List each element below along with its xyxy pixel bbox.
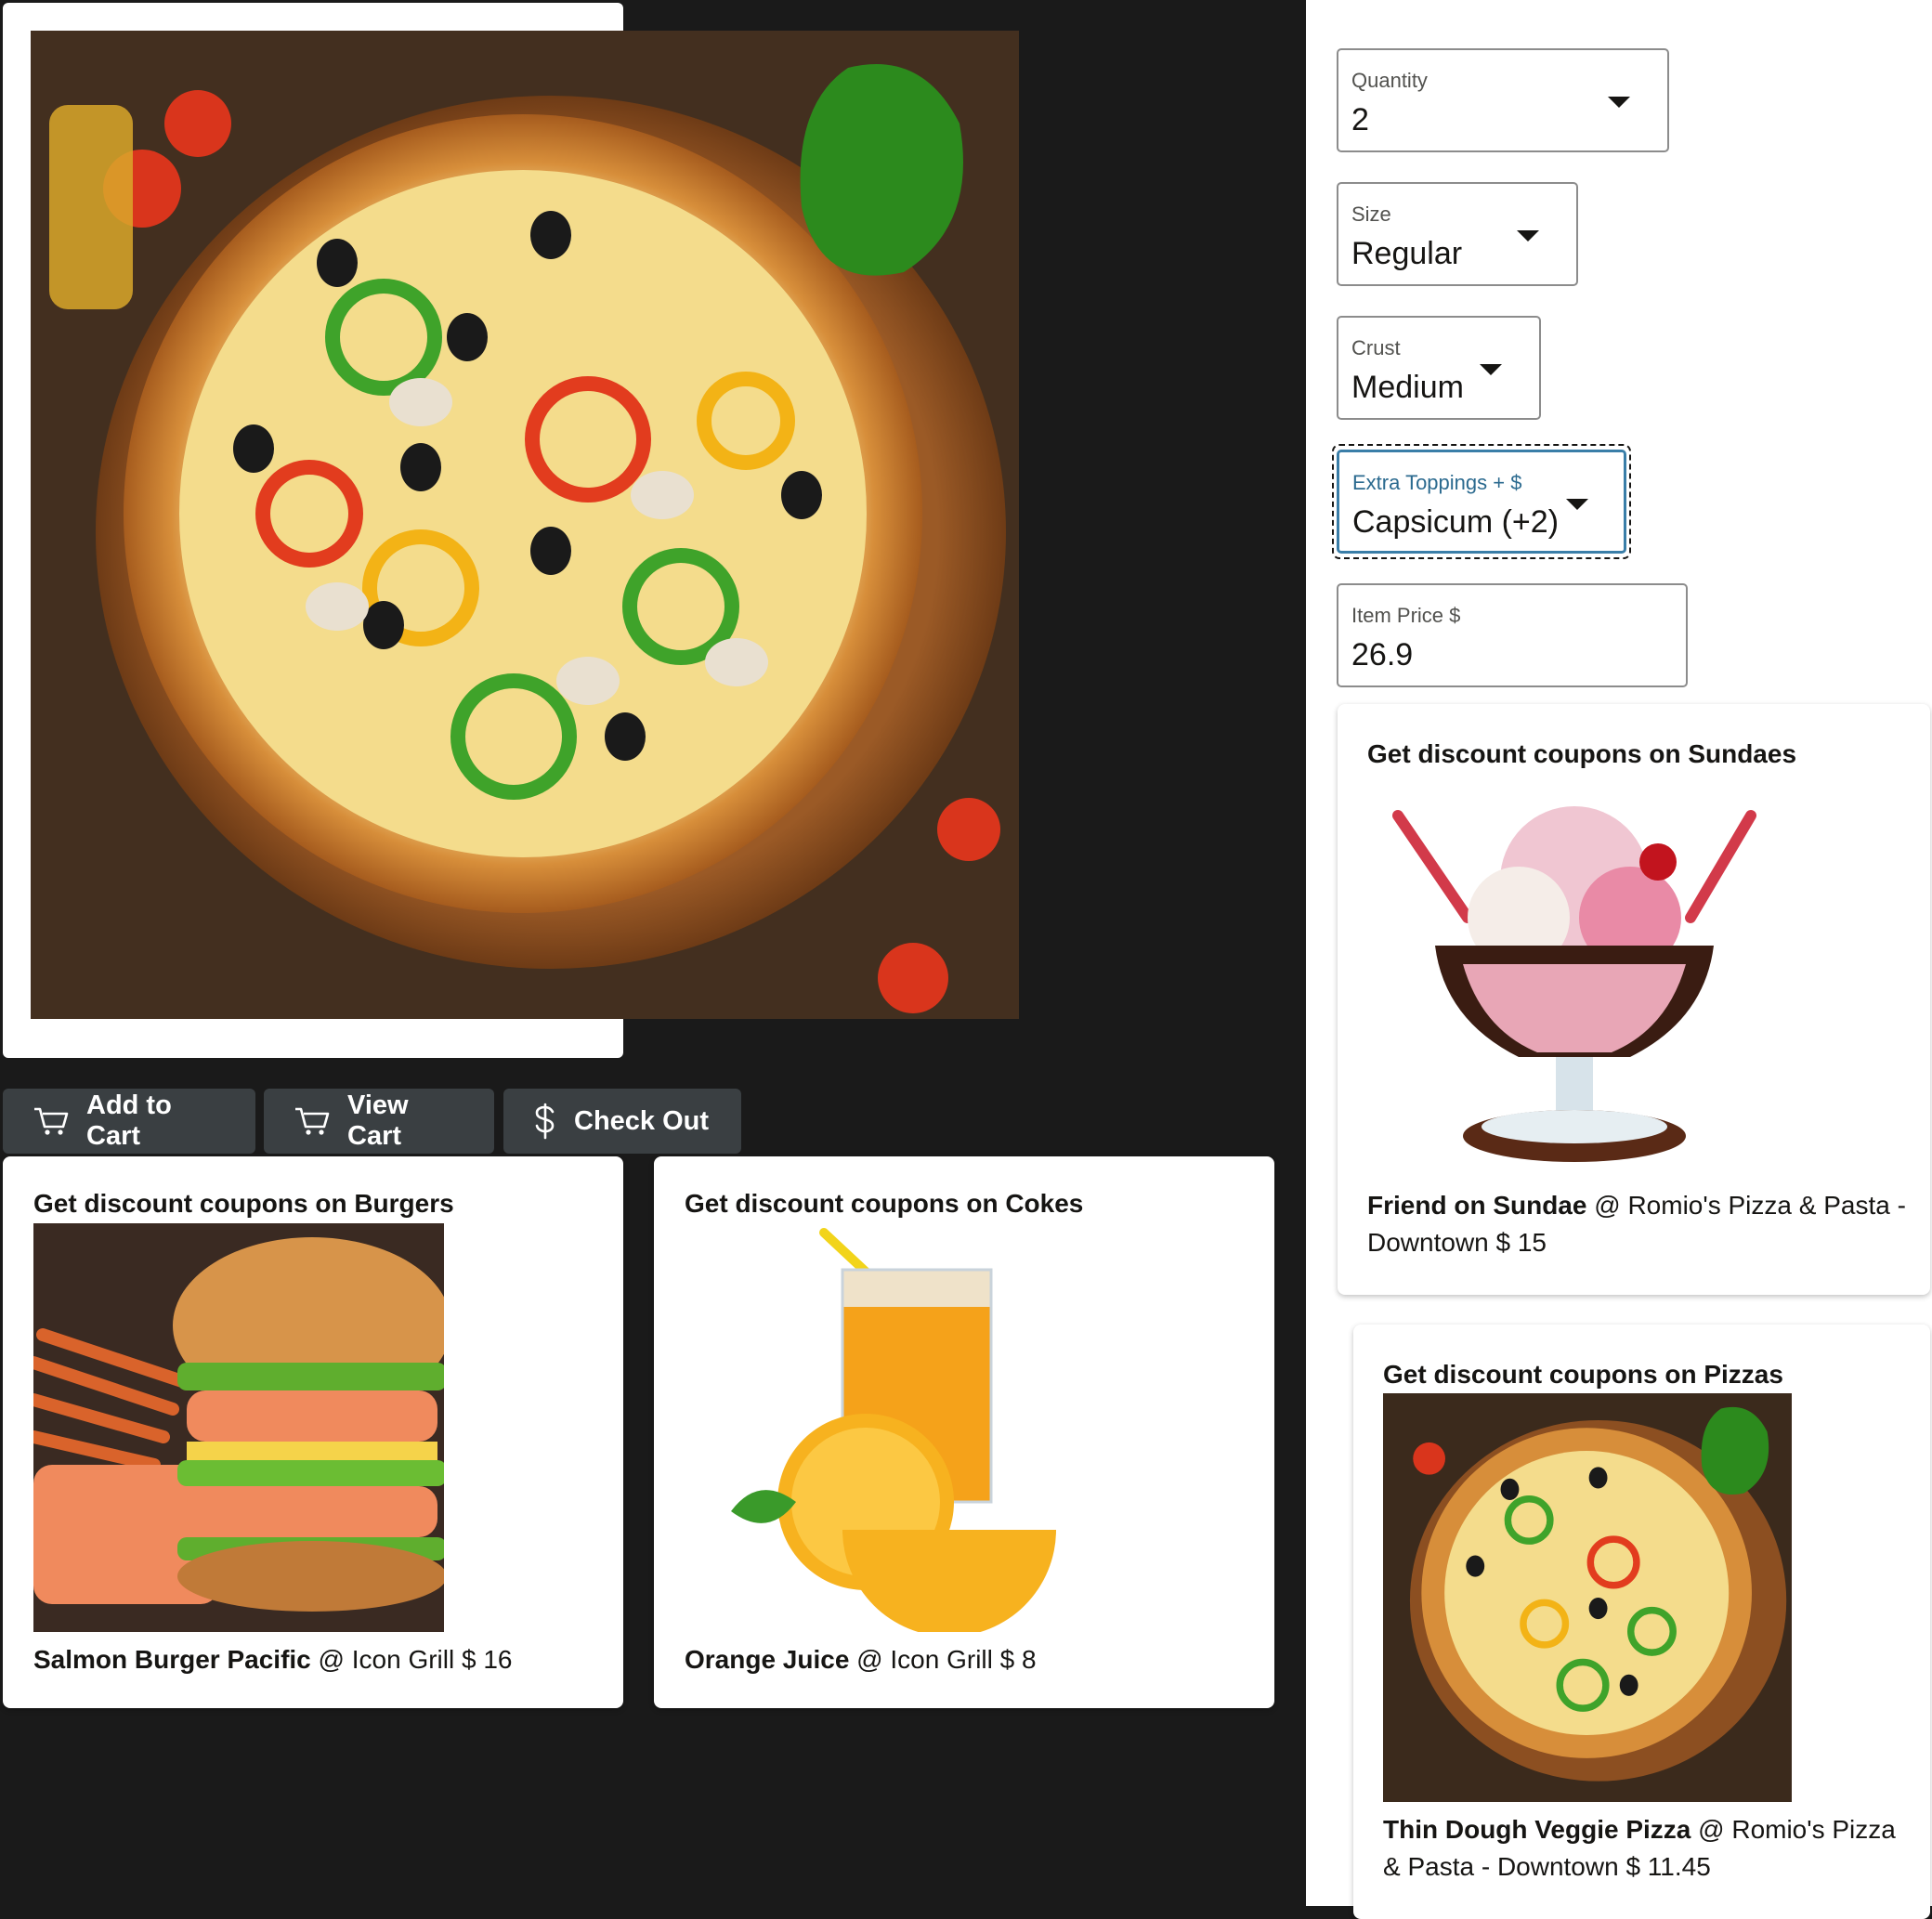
coupon-item-name: Thin Dough Veggie Pizza (1383, 1815, 1691, 1844)
extra-toppings-value: Capsicum (+2) (1352, 504, 1560, 540)
triangle-down-icon (1566, 499, 1588, 510)
add-to-cart-label: Add to Cart (86, 1090, 172, 1151)
orange-juice-image (685, 1223, 1095, 1632)
crust-value: Medium (1351, 370, 1464, 405)
size-label: Size (1351, 202, 1391, 226)
triangle-down-icon (1608, 97, 1630, 108)
coupon-item-detail: @ Icon Grill $ 8 (849, 1645, 1037, 1674)
coupon-description: Orange Juice @ Icon Grill $ 8 (685, 1641, 1251, 1678)
coupon-title: Get discount coupons on Cokes (685, 1189, 1084, 1218)
check-out-button[interactable]: Check Out (503, 1089, 741, 1154)
coupon-description: Salmon Burger Pacific @ Icon Grill $ 16 (33, 1641, 600, 1678)
view-cart-label: View Cart (347, 1090, 409, 1151)
coupon-card-pizzas[interactable]: Get discount coupons on Pizzas Thin Doug… (1353, 1325, 1930, 1919)
check-out-label: Check Out (574, 1105, 710, 1136)
size-value: Regular (1351, 236, 1463, 271)
coupon-item-name: Salmon Burger Pacific (33, 1645, 311, 1674)
size-select[interactable]: Size Regular (1337, 182, 1578, 286)
burger-image (33, 1223, 444, 1632)
item-price-label: Item Price $ (1351, 604, 1461, 627)
coupon-card-burgers[interactable]: Get discount coupons on Burgers Salmon B… (3, 1156, 623, 1708)
pizza-hero-image (31, 31, 1019, 1019)
quantity-value: 2 (1351, 102, 1369, 137)
pizza-thumbnail-image (1383, 1393, 1792, 1802)
coupon-description: Thin Dough Veggie Pizza @ Romio's Pizza … (1383, 1811, 1912, 1886)
item-price-field[interactable]: Item Price $ 26.9 (1337, 583, 1688, 687)
quantity-label: Quantity (1351, 69, 1428, 92)
coupon-card-cokes[interactable]: Get discount coupons on Cokes Orange Jui… (654, 1156, 1274, 1708)
add-to-cart-button[interactable]: Add to Cart (3, 1089, 255, 1154)
triangle-down-icon (1480, 364, 1502, 375)
crust-label: Crust (1351, 336, 1401, 359)
quantity-select[interactable]: Quantity 2 (1337, 48, 1669, 152)
coupon-item-name: Orange Juice (685, 1645, 850, 1674)
crust-select[interactable]: Crust Medium (1337, 316, 1541, 420)
extra-toppings-select[interactable]: Extra Toppings + $ Capsicum (+2) (1337, 450, 1626, 554)
item-price-value: 26.9 (1351, 637, 1414, 672)
dollar-icon (535, 1103, 555, 1140)
coupon-title: Get discount coupons on Sundaes (1367, 739, 1797, 768)
coupon-title: Get discount coupons on Burgers (33, 1189, 454, 1218)
coupon-item-detail: @ Icon Grill $ 16 (310, 1645, 513, 1674)
shopping-cart-icon (295, 1107, 330, 1135)
coupon-title: Get discount coupons on Pizzas (1383, 1360, 1783, 1389)
view-cart-button[interactable]: View Cart (264, 1089, 494, 1154)
triangle-down-icon (1517, 230, 1539, 242)
extra-toppings-label: Extra Toppings + $ (1352, 471, 1522, 494)
coupon-card-sundaes[interactable]: Get discount coupons on Sundaes Friend o… (1338, 704, 1930, 1295)
coupon-item-name: Friend on Sundae (1367, 1191, 1587, 1220)
shopping-cart-icon (34, 1107, 69, 1135)
sundae-image (1379, 778, 1769, 1187)
coupon-description: Friend on Sundae @ Romio's Pizza & Pasta… (1367, 1187, 1915, 1261)
